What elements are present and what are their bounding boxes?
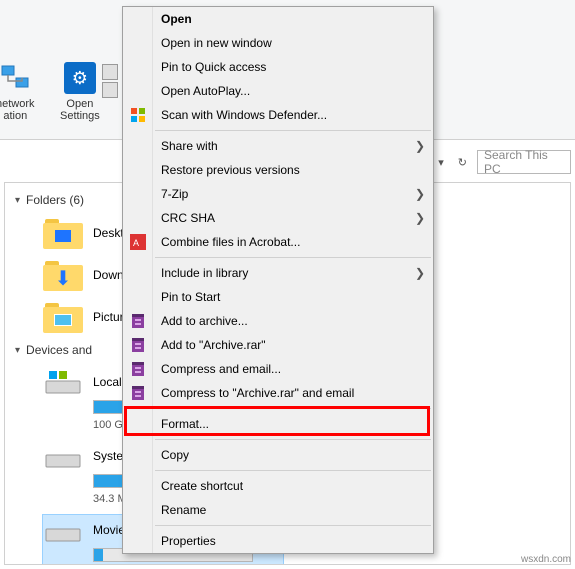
- context-menu-item[interactable]: Add to archive...: [123, 309, 433, 333]
- context-menu-item-label: Properties: [161, 534, 216, 548]
- context-menu: Open Open in new window Pin to Quick acces…: [122, 6, 434, 554]
- small-icon-1[interactable]: [102, 64, 118, 80]
- search-input[interactable]: Search This PC: [477, 150, 571, 174]
- context-menu-item-label: Combine files in Acrobat...: [161, 235, 300, 249]
- gear-icon: ⚙: [64, 62, 96, 94]
- chevron-down-icon: ▾: [15, 345, 20, 356]
- context-menu-item-label: Pin to Quick access: [161, 60, 266, 74]
- group-devices-label: Devices and: [26, 343, 92, 357]
- drive-icon: [43, 515, 83, 545]
- context-menu-item[interactable]: Properties: [123, 529, 433, 553]
- context-menu-item[interactable]: Open: [123, 7, 433, 31]
- context-menu-separator: [155, 408, 431, 409]
- submenu-arrow-icon: ❯: [415, 187, 425, 201]
- submenu-arrow-icon: ❯: [415, 139, 425, 153]
- context-menu-item-label: Add to "Archive.rar": [161, 338, 266, 352]
- context-menu-separator: [155, 257, 431, 258]
- context-menu-item-label: Copy: [161, 448, 189, 462]
- context-menu-item-label: Open: [161, 12, 192, 26]
- search-placeholder: Search This PC: [484, 148, 564, 176]
- pdf-icon: A: [129, 233, 147, 251]
- context-menu-item[interactable]: Rename: [123, 498, 433, 522]
- context-menu-item-label: Format...: [161, 417, 209, 431]
- context-menu-item-label: CRC SHA: [161, 211, 215, 225]
- submenu-arrow-icon: ❯: [415, 211, 425, 225]
- network-icon: [0, 62, 31, 94]
- chevron-down-icon: ▾: [15, 195, 20, 206]
- context-menu-item-label: Pin to Start: [161, 290, 220, 304]
- refresh-icon[interactable]: ↻: [454, 152, 471, 173]
- context-menu-item[interactable]: Compress to "Archive.rar" and email: [123, 381, 433, 405]
- context-menu-item[interactable]: 7-Zip ❯: [123, 182, 433, 206]
- context-menu-item-label: Rename: [161, 503, 206, 517]
- context-menu-item[interactable]: A Combine files in Acrobat...: [123, 230, 433, 254]
- svg-text:A: A: [133, 238, 139, 248]
- context-menu-item[interactable]: Format...: [123, 412, 433, 436]
- context-menu-item-label: Add to archive...: [161, 314, 248, 328]
- context-menu-item-label: Share with: [161, 139, 218, 153]
- context-menu-item[interactable]: Add to "Archive.rar": [123, 333, 433, 357]
- context-menu-item[interactable]: Compress and email...: [123, 357, 433, 381]
- context-menu-item-label: Include in library: [161, 266, 248, 280]
- address-search-row: ▾ ↻ Search This PC: [434, 150, 571, 174]
- context-menu-item-label: Compress to "Archive.rar" and email: [161, 386, 354, 400]
- small-icon-2[interactable]: [102, 82, 118, 98]
- context-menu-item[interactable]: Pin to Quick access: [123, 55, 433, 79]
- rar-icon: [129, 336, 147, 354]
- context-menu-item[interactable]: Copy: [123, 443, 433, 467]
- context-menu-separator: [155, 525, 431, 526]
- ribbon-network-label: network ation: [0, 98, 35, 122]
- context-menu-item-label: Create shortcut: [161, 479, 243, 493]
- context-menu-item[interactable]: Share with ❯: [123, 134, 433, 158]
- context-menu-item[interactable]: Include in library ❯: [123, 261, 433, 285]
- defender-icon: [129, 106, 147, 124]
- context-menu-separator: [155, 130, 431, 131]
- context-menu-item[interactable]: CRC SHA ❯: [123, 206, 433, 230]
- folder-icon: ⬇: [43, 259, 83, 291]
- context-menu-item-label: Restore previous versions: [161, 163, 300, 177]
- ribbon-open-settings-label: Open Settings: [60, 98, 100, 122]
- ribbon-small-buttons[interactable]: [102, 64, 118, 98]
- context-menu-item-label: Compress and email...: [161, 362, 281, 376]
- context-menu-item-label: Open AutoPlay...: [161, 84, 250, 98]
- context-menu-item[interactable]: Scan with Windows Defender...: [123, 103, 433, 127]
- context-menu-item[interactable]: Open AutoPlay...: [123, 79, 433, 103]
- rar-icon: [129, 360, 147, 378]
- context-menu-item-label: 7-Zip: [161, 187, 188, 201]
- folder-icon: [43, 301, 83, 333]
- rar-icon: [129, 312, 147, 330]
- context-menu-item[interactable]: Open in new window: [123, 31, 433, 55]
- context-menu-separator: [155, 470, 431, 471]
- ribbon-network-button[interactable]: network ation: [0, 62, 35, 122]
- ribbon-open-settings-button[interactable]: ⚙ Open Settings: [60, 62, 100, 122]
- context-menu-item[interactable]: Restore previous versions: [123, 158, 433, 182]
- chevron-down-icon[interactable]: ▾: [434, 152, 448, 173]
- context-menu-separator: [155, 439, 431, 440]
- drive-icon: [43, 441, 83, 471]
- context-menu-item-label: Scan with Windows Defender...: [161, 108, 327, 122]
- group-folders-label: Folders (6): [26, 193, 84, 207]
- folder-icon: [43, 217, 83, 249]
- context-menu-item[interactable]: Create shortcut: [123, 474, 433, 498]
- watermark: wsxdn.com: [521, 554, 571, 565]
- drive-name: Local: [93, 375, 122, 389]
- drive-icon: [43, 367, 83, 397]
- context-menu-item-label: Open in new window: [161, 36, 272, 50]
- submenu-arrow-icon: ❯: [415, 266, 425, 280]
- context-menu-item[interactable]: Pin to Start: [123, 285, 433, 309]
- rar-icon: [129, 384, 147, 402]
